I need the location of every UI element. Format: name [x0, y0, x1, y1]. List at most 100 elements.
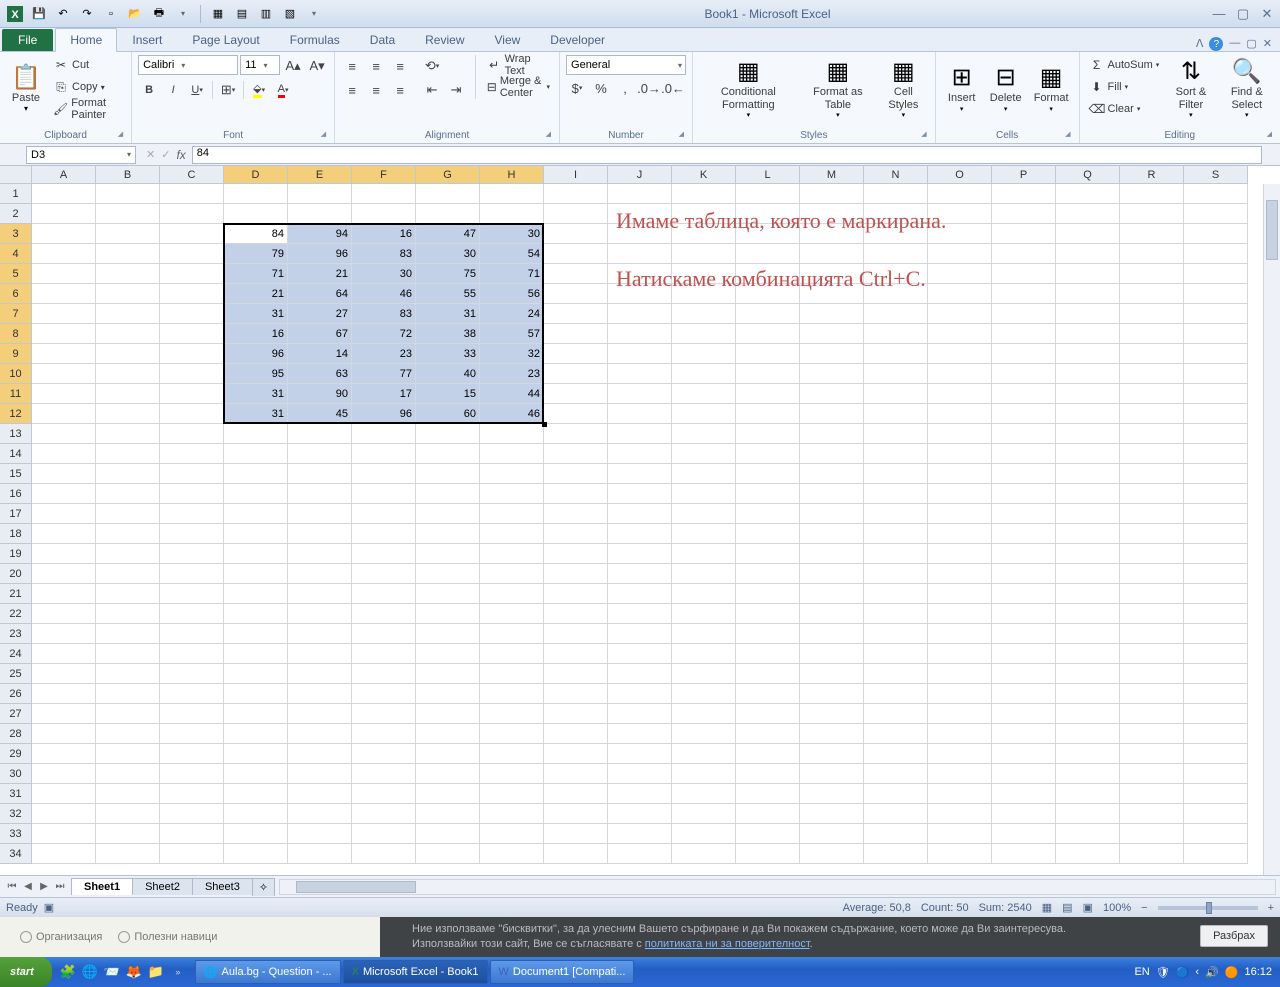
column-header[interactable]: O [928, 166, 992, 184]
cell[interactable]: 60 [416, 404, 480, 424]
cell[interactable] [928, 844, 992, 864]
cell[interactable] [1120, 544, 1184, 564]
cell[interactable] [224, 684, 288, 704]
cell[interactable] [1056, 364, 1120, 384]
cell[interactable] [928, 684, 992, 704]
cell[interactable] [288, 844, 352, 864]
cell[interactable] [32, 264, 96, 284]
cell[interactable] [544, 784, 608, 804]
tab-developer[interactable]: Developer [535, 28, 620, 51]
cell[interactable] [416, 484, 480, 504]
cell[interactable] [928, 524, 992, 544]
cell[interactable] [96, 324, 160, 344]
cell[interactable] [864, 724, 928, 744]
row-header[interactable]: 31 [0, 784, 32, 804]
cell[interactable] [96, 844, 160, 864]
enter-formula-icon[interactable]: ✓ [161, 148, 170, 161]
cell[interactable] [800, 604, 864, 624]
cell[interactable] [544, 504, 608, 524]
qat-icon[interactable]: ▤ [231, 3, 253, 25]
cell[interactable] [224, 444, 288, 464]
cell[interactable] [608, 724, 672, 744]
cell[interactable] [1184, 824, 1248, 844]
merge-center-button[interactable]: ⊟Merge & Center▾ [484, 77, 553, 97]
paste-button[interactable]: 📋Paste▾ [6, 55, 46, 121]
cell[interactable] [480, 824, 544, 844]
cell[interactable] [480, 204, 544, 224]
cell[interactable] [96, 724, 160, 744]
cell[interactable]: 31 [224, 384, 288, 404]
cell[interactable] [864, 764, 928, 784]
cell[interactable] [736, 564, 800, 584]
cell[interactable]: 21 [288, 264, 352, 284]
cell[interactable] [672, 644, 736, 664]
cell[interactable] [800, 384, 864, 404]
cell[interactable] [160, 844, 224, 864]
cell[interactable] [544, 344, 608, 364]
cell[interactable] [32, 284, 96, 304]
cell[interactable] [672, 624, 736, 644]
cell[interactable] [480, 564, 544, 584]
cell[interactable] [928, 184, 992, 204]
cell[interactable]: 63 [288, 364, 352, 384]
cell[interactable] [1120, 404, 1184, 424]
row-header[interactable]: 24 [0, 644, 32, 664]
cell[interactable] [1056, 564, 1120, 584]
column-header[interactable]: B [96, 166, 160, 184]
cell[interactable] [864, 664, 928, 684]
cell[interactable] [1120, 504, 1184, 524]
cell[interactable] [1184, 844, 1248, 864]
zoom-slider[interactable] [1158, 906, 1258, 910]
cell[interactable] [992, 384, 1056, 404]
cell[interactable] [992, 184, 1056, 204]
cell[interactable] [992, 284, 1056, 304]
cell[interactable] [96, 824, 160, 844]
cell[interactable] [1184, 364, 1248, 384]
cell[interactable] [544, 404, 608, 424]
orientation-icon[interactable]: ⟲▾ [421, 55, 443, 77]
delete-cells-button[interactable]: ⊟Delete▾ [986, 55, 1026, 121]
cell[interactable] [160, 464, 224, 484]
cell[interactable]: 83 [352, 244, 416, 264]
cell[interactable]: 77 [352, 364, 416, 384]
column-header[interactable]: R [1120, 166, 1184, 184]
cell[interactable] [96, 544, 160, 564]
cell[interactable] [32, 544, 96, 564]
cell[interactable] [1056, 404, 1120, 424]
row-header[interactable]: 12 [0, 404, 32, 424]
cell[interactable] [160, 804, 224, 824]
cell[interactable] [608, 584, 672, 604]
cell[interactable] [416, 184, 480, 204]
cell[interactable] [1120, 764, 1184, 784]
cell[interactable] [32, 184, 96, 204]
cell[interactable] [800, 784, 864, 804]
radio-option[interactable]: Полезни навици [118, 931, 217, 943]
border-button[interactable]: ⊞▾ [217, 79, 239, 101]
cell[interactable] [1056, 584, 1120, 604]
language-indicator[interactable]: EN [1134, 966, 1149, 978]
cell[interactable] [1056, 264, 1120, 284]
cell[interactable] [1120, 564, 1184, 584]
font-name-combo[interactable]: Calibri▾ [138, 55, 238, 75]
cell[interactable] [608, 644, 672, 664]
cell[interactable] [1120, 364, 1184, 384]
cell[interactable] [480, 584, 544, 604]
row-header[interactable]: 1 [0, 184, 32, 204]
cell[interactable]: 38 [416, 324, 480, 344]
cell[interactable] [480, 724, 544, 744]
cell[interactable] [1184, 324, 1248, 344]
wrap-text-button[interactable]: ↵Wrap Text [484, 55, 553, 75]
clock[interactable]: 16:12 [1244, 966, 1272, 978]
cell[interactable] [160, 664, 224, 684]
conditional-formatting-button[interactable]: ▦Conditional Formatting▾ [699, 55, 798, 121]
cell[interactable] [224, 184, 288, 204]
column-header[interactable]: S [1184, 166, 1248, 184]
cell[interactable] [1120, 284, 1184, 304]
cell[interactable] [928, 404, 992, 424]
cell[interactable]: 71 [480, 264, 544, 284]
cell[interactable] [544, 584, 608, 604]
cell[interactable] [736, 744, 800, 764]
cell[interactable] [736, 804, 800, 824]
cell[interactable] [1056, 524, 1120, 544]
cell[interactable] [864, 364, 928, 384]
